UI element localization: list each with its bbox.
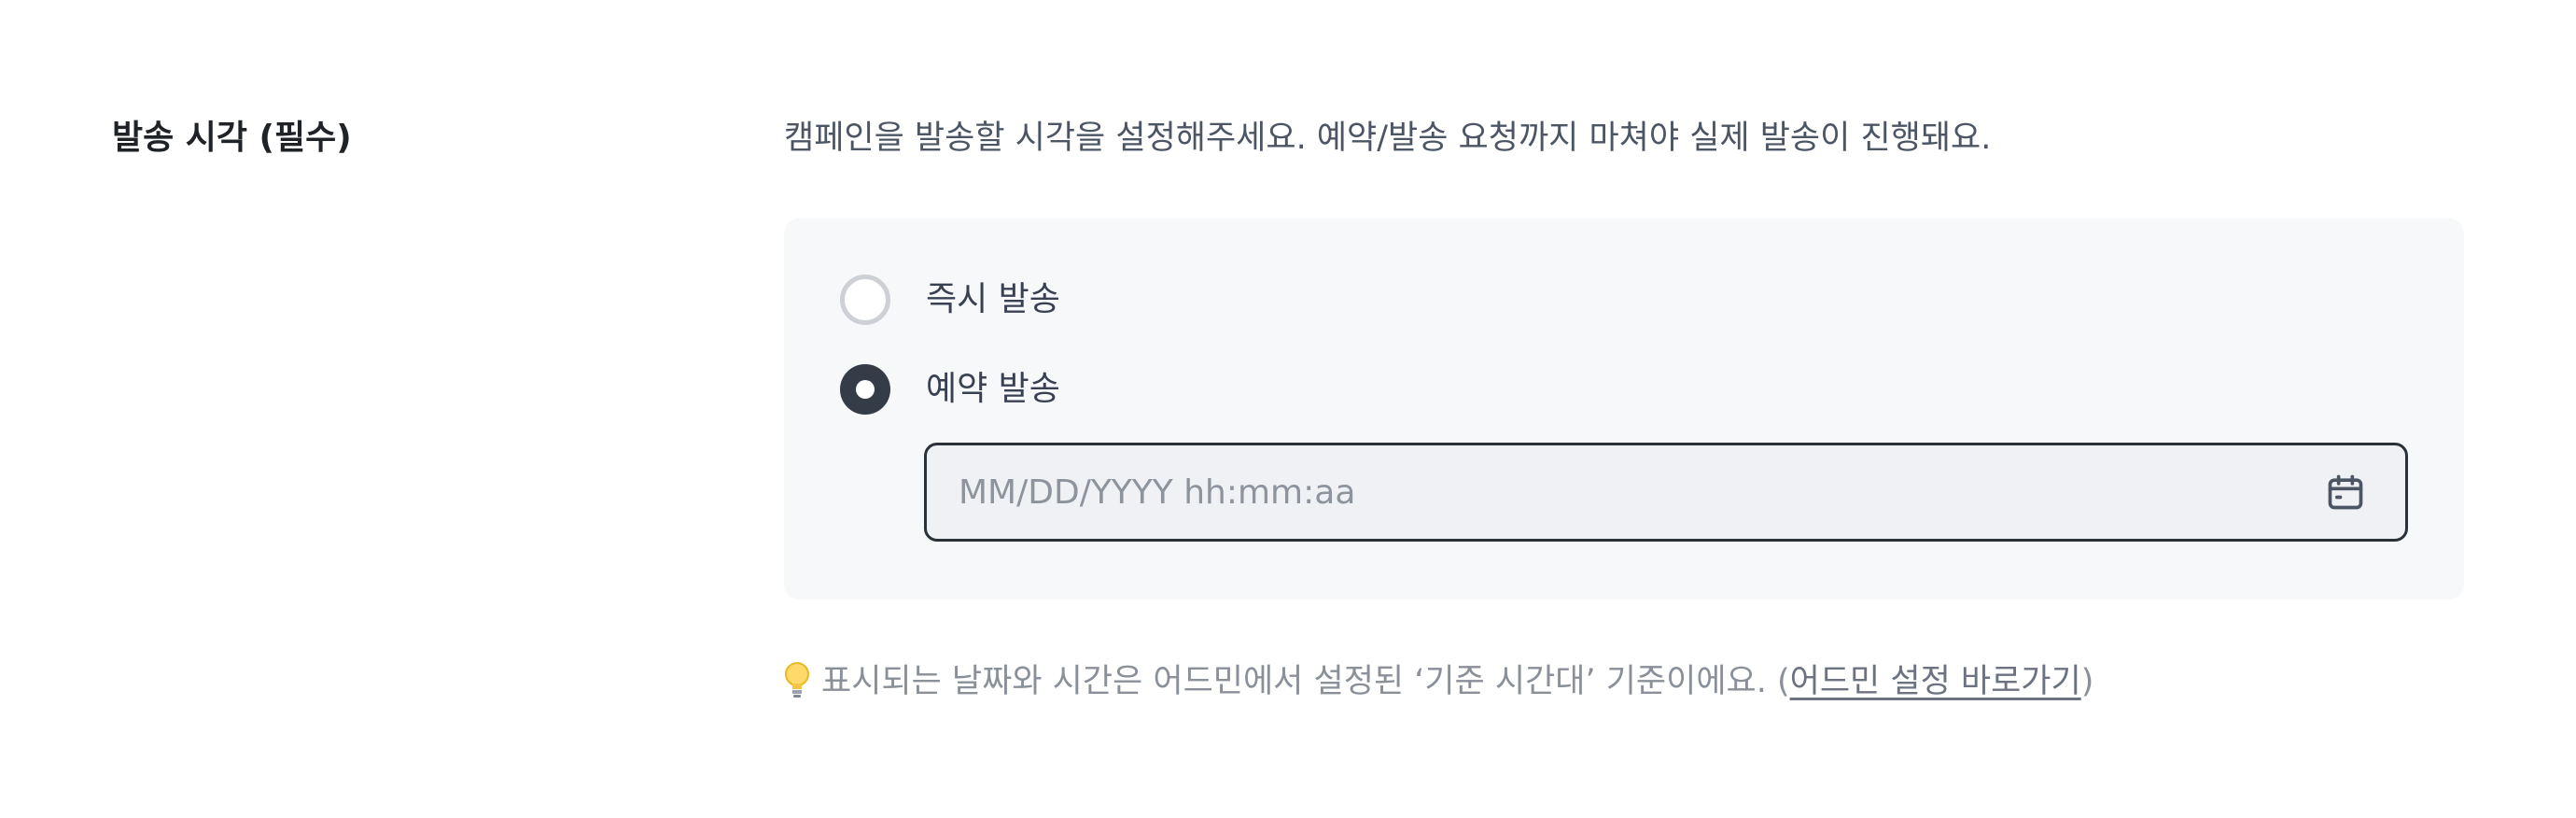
radio-option-scheduled[interactable]: 예약 발송 [840, 364, 1060, 415]
send-option-panel: 즉시 발송 예약 발송 [784, 219, 2464, 599]
radio-label-immediate: 즉시 발송 [926, 280, 1060, 318]
timezone-hint: 표시되는 날짜와 시간은 어드민에서 설정된 ‘기준 시간대’ 기준이에요. (… [784, 657, 2093, 706]
hint-text-end: ) [2080, 663, 2094, 700]
admin-settings-link[interactable]: 어드민 설정 바로가기 [1790, 657, 2081, 706]
section-title: 발송 시각 (필수) [112, 119, 352, 157]
calendar-icon[interactable] [2323, 470, 2368, 515]
radio-button-checked[interactable] [840, 364, 890, 415]
lightbulb-icon [784, 661, 810, 702]
section-description: 캠페인을 발송할 시각을 설정해주세요. 예약/발송 요청까지 마쳐야 실제 발… [784, 120, 1992, 157]
radio-label-scheduled: 예약 발송 [926, 370, 1060, 408]
datetime-field[interactable] [924, 443, 2408, 542]
datetime-input[interactable] [927, 445, 2323, 539]
radio-option-immediate[interactable]: 즉시 발송 [840, 275, 1060, 325]
radio-button-unchecked[interactable] [840, 275, 890, 325]
radio-checked-dot [856, 380, 875, 399]
hint-text: 표시되는 날짜와 시간은 어드민에서 설정된 ‘기준 시간대’ 기준이에요. ( [821, 663, 1790, 700]
